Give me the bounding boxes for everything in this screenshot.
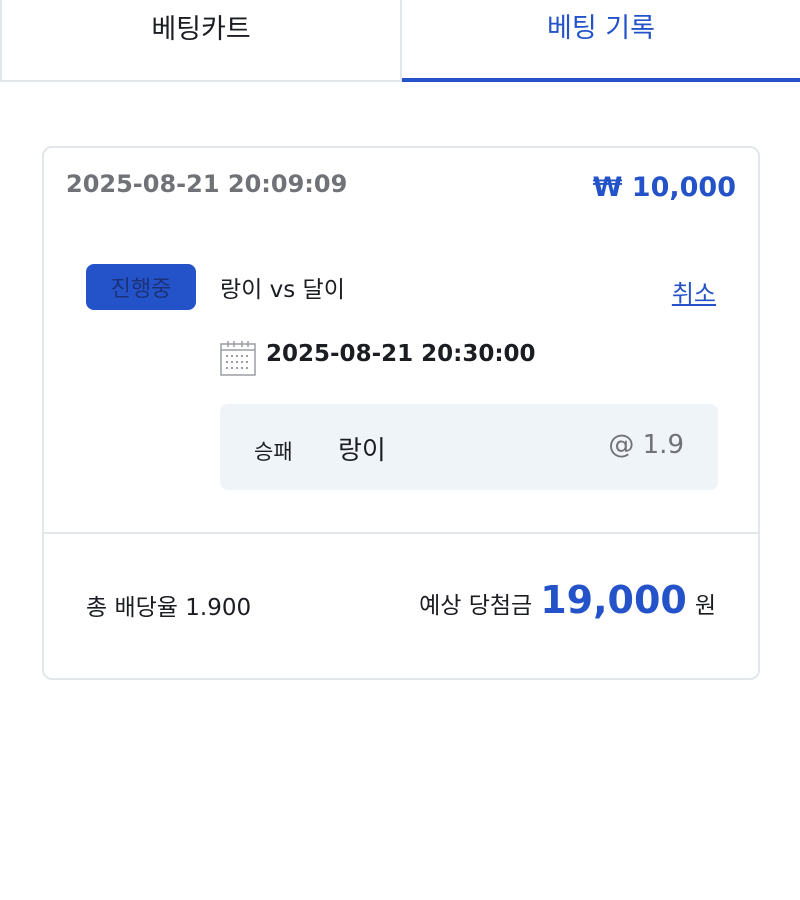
- match-title: 랑이 vs 달이: [220, 277, 345, 303]
- tab-betting-history[interactable]: 베팅 기록: [402, 0, 800, 82]
- pick-market: 승패: [254, 440, 293, 464]
- pick-odds: @ 1.9: [608, 430, 684, 460]
- payout-label: 예상 당첨금: [419, 593, 533, 619]
- payout-unit: 원: [694, 593, 716, 619]
- total-odds: 총 배당율 1.900: [86, 595, 252, 621]
- tab-betting-history-label: 베팅 기록: [547, 12, 655, 44]
- match-start-time: 2025-08-21 20:30:00: [266, 341, 536, 367]
- pick-selection: 랑이: [338, 436, 386, 466]
- pick-detail: 승패 랑이 @ 1.9: [220, 404, 718, 490]
- status-badge: 진행중: [86, 264, 196, 310]
- cancel-link[interactable]: 취소: [672, 274, 716, 309]
- payout-amount: 19,000: [540, 578, 687, 622]
- bet-placed-time: 2025-08-21 20:09:09: [66, 170, 348, 198]
- tab-betting-cart-label: 베팅카트: [151, 13, 251, 45]
- card-divider: [44, 532, 758, 534]
- expected-payout: 예상 당첨금 19,000 원: [419, 578, 716, 622]
- bet-record-card: 2025-08-21 20:09:09 ₩ 10,000 진행중 랑이 vs 달…: [42, 146, 760, 680]
- tab-betting-cart[interactable]: 베팅카트: [0, 0, 402, 82]
- bet-stake-amount: ₩ 10,000: [592, 172, 736, 203]
- tab-bar: 베팅카트 베팅 기록: [0, 0, 800, 82]
- calendar-icon: [220, 341, 256, 376]
